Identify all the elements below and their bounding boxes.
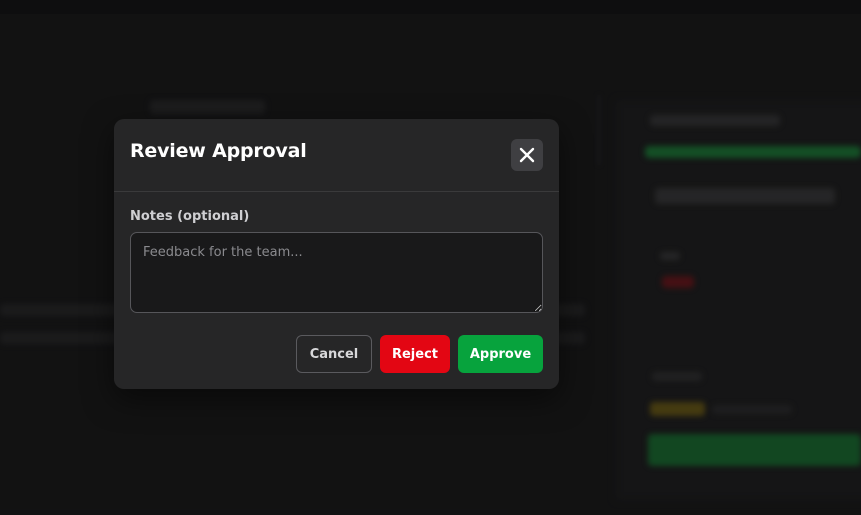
notes-label: Notes (optional) xyxy=(130,209,250,224)
reject-button[interactable]: Reject xyxy=(380,335,450,373)
close-icon xyxy=(519,147,535,163)
close-button[interactable] xyxy=(511,139,543,171)
dialog-header: Review Approval xyxy=(114,119,559,192)
review-approval-dialog: Review Approval Notes (optional) Cancel … xyxy=(114,119,559,389)
dialog-title: Review Approval xyxy=(130,140,307,162)
notes-textarea[interactable] xyxy=(130,232,543,313)
cancel-button[interactable]: Cancel xyxy=(296,335,372,373)
approve-button[interactable]: Approve xyxy=(458,335,543,373)
